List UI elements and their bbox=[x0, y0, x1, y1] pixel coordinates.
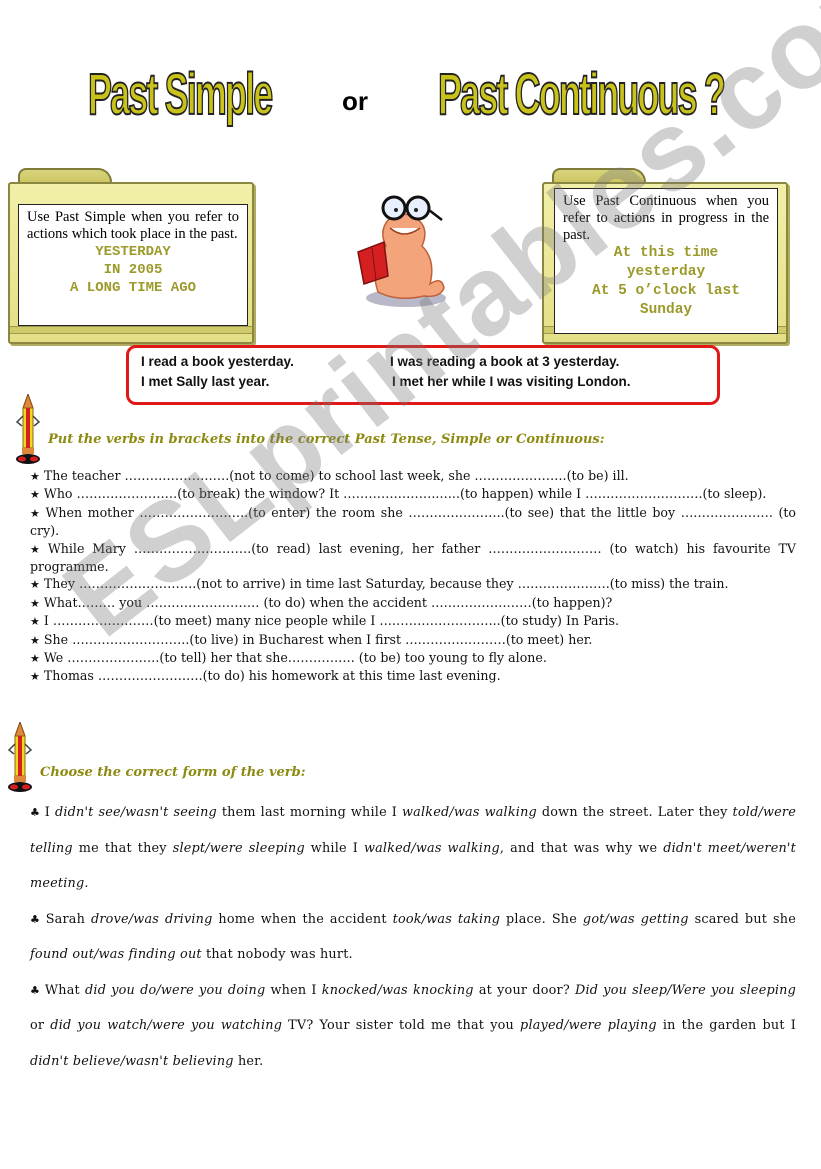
star-bullet-icon: ★ bbox=[30, 470, 40, 483]
example-simple: I met Sally last year. bbox=[141, 374, 270, 389]
sentence-text: me that they bbox=[72, 840, 173, 856]
verb-choice: knocked/was knocking bbox=[321, 982, 474, 998]
past-simple-folder: Use Past Simple when you refer to action… bbox=[8, 168, 254, 344]
exercise1-item: ★ They ……………………….(not to arrive) in time … bbox=[30, 575, 796, 593]
past-simple-rule: Use Past Simple when you refer to action… bbox=[27, 209, 239, 242]
verb-choice: took/was taking bbox=[392, 911, 501, 927]
keyword: IN 2005 bbox=[103, 262, 163, 278]
verb-choice: didn't see/wasn't seeing bbox=[54, 805, 217, 820]
pencil-icon bbox=[7, 722, 33, 792]
keyword: A LONG TIME AGO bbox=[69, 280, 197, 296]
star-bullet-icon: ★ bbox=[30, 488, 40, 502]
pencil-icon bbox=[15, 394, 41, 464]
past-continuous-folder: Use Past Continuous when you refer to ac… bbox=[542, 168, 788, 344]
exercise1-item: ★ Who ……………………(to break) the window? It …… bbox=[30, 485, 796, 503]
exercise1-item: ★ She ……………………….(to live) in Bucharest wh… bbox=[30, 631, 796, 649]
title-past-continuous: Past Continuous ? bbox=[437, 62, 726, 127]
keyword: Sunday bbox=[639, 302, 693, 318]
star-bullet-icon: ★ bbox=[30, 670, 40, 684]
exercise1-item: ★ When mother ……………………..(to enter) the ro… bbox=[30, 504, 796, 540]
exercise1-item-text: Thomas …………………….(to do) his homework at … bbox=[43, 668, 501, 684]
bookworm-illustration bbox=[357, 195, 446, 307]
club-bullet-icon: ♣ bbox=[30, 983, 41, 997]
exercise1-item-text: They ……………………….(not to arrive) in time l… bbox=[43, 576, 729, 592]
sentence-text: What bbox=[44, 982, 86, 998]
star-bullet-icon: ★ bbox=[30, 506, 42, 520]
sentence-text: Sarah bbox=[45, 911, 91, 927]
sentence-text: in the garden but I bbox=[656, 1018, 796, 1033]
verb-choice: did you watch/were you watching bbox=[50, 1018, 283, 1033]
exercise1-item: ★ We ………………….(to tell) her that she…………….… bbox=[30, 649, 796, 667]
sentence-text: , and that was why we bbox=[499, 840, 664, 856]
sentence-text: her. bbox=[233, 1053, 264, 1069]
sentence-text: place. She bbox=[500, 911, 583, 927]
star-bullet-icon: ★ bbox=[30, 633, 40, 647]
exercise1-instruction: Put the verbs in brackets into the corre… bbox=[48, 432, 605, 447]
star-bullet-icon: ★ bbox=[30, 542, 44, 556]
exercise1-item-text: Who ……………………(to break) the window? It ……… bbox=[43, 486, 767, 502]
sentence-text: down the street. Later they bbox=[536, 805, 733, 820]
exercise1-item: ★ Thomas …………………….(to do) his homework at… bbox=[30, 667, 796, 685]
sentence-text: scared but she bbox=[688, 911, 796, 927]
star-bullet-icon: ★ bbox=[30, 578, 40, 592]
past-continuous-rule-card: Use Past Continuous when you refer to ac… bbox=[554, 188, 778, 334]
exercise1-item: ★ What……… you ……………………… (to do) when the … bbox=[30, 594, 796, 612]
exercise1-item-text: What……… you ……………………… (to do) when the a… bbox=[43, 594, 613, 610]
keyword: At 5 o’clock last bbox=[592, 283, 740, 299]
star-bullet-icon: ★ bbox=[30, 652, 40, 666]
glasses-left bbox=[381, 195, 407, 221]
exercise1-item-text: I ……………………(to meet) many nice people whi… bbox=[43, 613, 619, 629]
club-bullet-icon: ♣ bbox=[30, 912, 42, 926]
exercise1-item-text: When mother ……………………..(to enter) the roo… bbox=[30, 504, 796, 539]
red-book bbox=[357, 240, 389, 285]
exercise1-list: ★ The teacher …………………….(not to come) to s… bbox=[30, 467, 796, 686]
exercise2-paragraph: ♣ Sarah drove/was driving home when the a… bbox=[30, 902, 796, 973]
title-past-simple: Past Simple bbox=[87, 62, 274, 127]
past-continuous-rule: Use Past Continuous when you refer to ac… bbox=[563, 193, 769, 243]
verb-choice: walked/was walking bbox=[363, 840, 500, 856]
past-simple-rule-card: Use Past Simple when you refer to action… bbox=[18, 204, 248, 326]
exercise1-item: ★ The teacher …………………….(not to come) to s… bbox=[30, 467, 796, 485]
glasses-right bbox=[405, 195, 431, 221]
verb-choice: got/was getting bbox=[582, 911, 689, 927]
verb-choice: Did you sleep/Were you sleeping bbox=[575, 982, 796, 998]
sentence-text: when I bbox=[265, 982, 322, 998]
exercise1-item-text: She ……………………….(to live) in Bucharest whe… bbox=[43, 631, 593, 647]
keyword: yesterday bbox=[626, 264, 706, 280]
sentence-text: them last morning while I bbox=[216, 805, 402, 820]
exercise2-paragraph: ♣ I didn't see/wasn't seeing them last mo… bbox=[30, 795, 796, 902]
sentence-text: while I bbox=[304, 840, 364, 856]
examples-box: I read a book yesterday. I met Sally las… bbox=[126, 345, 720, 405]
verb-choice: played/were playing bbox=[520, 1018, 657, 1033]
exercise1-item: ★ While Mary ……………………….(to read) last eve… bbox=[30, 540, 796, 576]
exercise2-instruction: Choose the correct form of the verb: bbox=[40, 765, 306, 780]
example-continuous: I met her while I was visiting London. bbox=[392, 374, 631, 389]
verb-choice: didn't believe/wasn't believing bbox=[30, 1053, 234, 1069]
title-or: or bbox=[342, 86, 368, 116]
exercise1-item-text: We ………………….(to tell) her that she……………. … bbox=[43, 650, 547, 666]
keyword: YESTERDAY bbox=[95, 244, 171, 260]
sentence-text: home when the accident bbox=[212, 911, 393, 927]
verb-choice: drove/was driving bbox=[90, 911, 213, 927]
sentence-text: that nobody was hurt. bbox=[201, 947, 353, 962]
verb-choice: did you do/were you doing bbox=[85, 982, 266, 998]
star-bullet-icon: ★ bbox=[30, 596, 40, 610]
club-bullet-icon: ♣ bbox=[30, 806, 41, 819]
verb-choice: found out/was finding out bbox=[30, 947, 202, 962]
sentence-text: or bbox=[30, 1018, 51, 1033]
example-continuous: I was reading a book at 3 yesterday. bbox=[390, 354, 620, 369]
star-bullet-icon: ★ bbox=[30, 615, 40, 629]
example-simple: I read a book yesterday. bbox=[141, 354, 294, 369]
exercise1-item-text: While Mary ……………………….(to read) last even… bbox=[30, 540, 796, 575]
exercise1-item: ★ I ……………………(to meet) many nice people wh… bbox=[30, 612, 796, 630]
verb-choice: slept/were sleeping bbox=[172, 840, 305, 856]
keyword: At this time bbox=[613, 245, 719, 261]
sentence-text: TV? Your sister told me that you bbox=[282, 1018, 521, 1033]
exercise2-paragraphs: ♣ I didn't see/wasn't seeing them last mo… bbox=[30, 795, 796, 1079]
sentence-text: at your door? bbox=[473, 982, 576, 998]
exercise2-paragraph: ♣ What did you do/were you doing when I k… bbox=[30, 973, 796, 1080]
exercise1-item-text: The teacher …………………….(not to come) to sc… bbox=[43, 468, 629, 483]
verb-choice: walked/was walking bbox=[401, 805, 537, 820]
sentence-text: I bbox=[44, 805, 55, 820]
